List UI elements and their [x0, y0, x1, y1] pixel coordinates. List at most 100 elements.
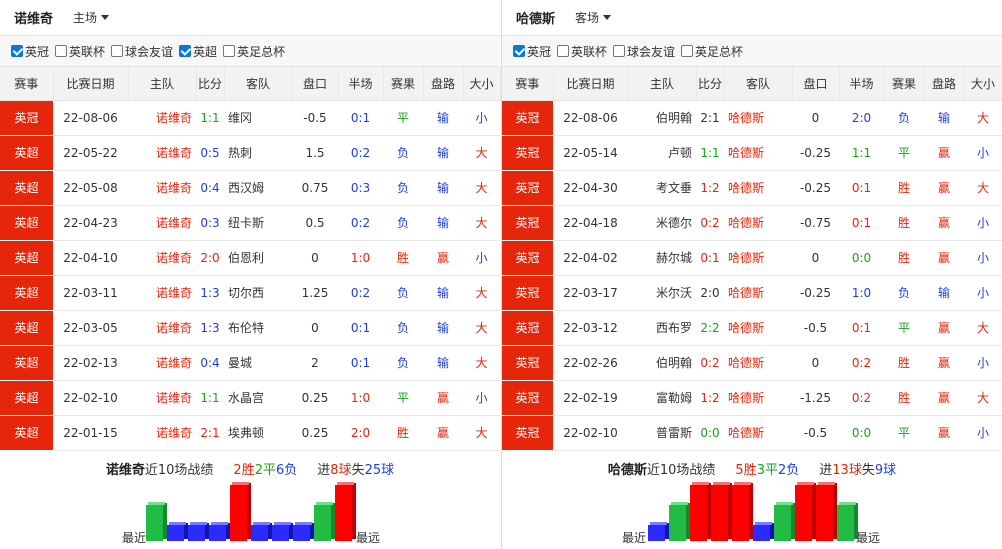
away-team-cell[interactable]: 哈德斯 [724, 345, 792, 381]
away-team-cell[interactable]: 哈德斯 [724, 240, 792, 276]
column-header[interactable]: 赛果 [383, 67, 424, 101]
score-cell[interactable]: 1:1 [696, 135, 724, 171]
table-row[interactable]: 英冠 22-08-06 伯明翰 2:1 哈德斯 0 2:0 负输大 [502, 100, 1002, 136]
score-cell[interactable]: 2:2 [696, 310, 724, 346]
table-row[interactable]: 英冠 22-04-30 考文垂 1:2 哈德斯 -0.25 0:1 胜赢大 [502, 170, 1002, 206]
competition-cell[interactable]: 英超 [0, 135, 53, 171]
competition-cell[interactable]: 英冠 [502, 205, 553, 241]
table-row[interactable]: 英超 22-01-15 诺维奇 2:1 埃弗顿 0.25 2:0 胜赢大 [0, 415, 500, 451]
score-cell[interactable]: 2:1 [696, 100, 724, 136]
away-team-cell[interactable]: 哈德斯 [724, 205, 792, 241]
score-cell[interactable]: 0:2 [696, 205, 724, 241]
score-cell[interactable]: 0:5 [196, 135, 224, 171]
competition-cell[interactable]: 英冠 [502, 345, 553, 381]
home-team-cell[interactable]: 赫尔城 [628, 240, 696, 276]
filter-3[interactable]: 英足总杯 [681, 43, 743, 60]
table-row[interactable]: 英冠 22-02-26 伯明翰 0:2 哈德斯 0 0:2 胜赢小 [502, 345, 1002, 381]
score-cell[interactable]: 0:0 [696, 415, 724, 451]
filter-2[interactable]: 球会友谊 [613, 43, 675, 60]
score-cell[interactable]: 1:3 [196, 275, 224, 311]
score-cell[interactable]: 1:3 [196, 310, 224, 346]
away-team-cell[interactable]: 水晶宫 [224, 380, 292, 416]
home-team-cell[interactable]: 诺维奇 [128, 415, 196, 451]
table-row[interactable]: 英超 22-02-10 诺维奇 1:1 水晶宫 0.25 1:0 平赢小 [0, 380, 500, 416]
home-team-cell[interactable]: 诺维奇 [128, 275, 196, 311]
home-team-cell[interactable]: 诺维奇 [128, 170, 196, 206]
score-cell[interactable]: 1:1 [196, 100, 224, 136]
column-header[interactable]: 赛事 [502, 67, 554, 101]
away-team-cell[interactable]: 西汉姆 [224, 170, 292, 206]
score-cell[interactable]: 0:4 [196, 345, 224, 381]
away-team-cell[interactable]: 哈德斯 [724, 310, 792, 346]
score-cell[interactable]: 0:1 [696, 240, 724, 276]
home-team-cell[interactable]: 西布罗 [628, 310, 696, 346]
score-cell[interactable]: 1:2 [696, 170, 724, 206]
checkbox[interactable] [179, 45, 192, 57]
away-team-cell[interactable]: 哈德斯 [724, 100, 792, 136]
table-row[interactable]: 英冠 22-05-14 卢顿 1:1 哈德斯 -0.25 1:1 平赢小 [502, 135, 1002, 171]
table-row[interactable]: 英超 22-04-10 诺维奇 2:0 伯恩利 0 1:0 胜赢小 [0, 240, 500, 276]
checkbox[interactable] [557, 45, 570, 57]
score-cell[interactable]: 1:1 [196, 380, 224, 416]
venue-dropdown[interactable]: 客场 [575, 9, 612, 26]
competition-cell[interactable]: 英超 [0, 240, 53, 276]
table-row[interactable]: 英冠 22-08-06 诺维奇 1:1 维冈 -0.5 0:1 平输小 [0, 100, 500, 136]
table-row[interactable]: 英冠 22-03-17 米尔沃 2:0 哈德斯 -0.25 1:0 负输小 [502, 275, 1002, 311]
filter-0[interactable]: 英冠 [11, 43, 49, 60]
column-header[interactable]: 客队 [724, 67, 793, 101]
column-header[interactable]: 盘口 [792, 67, 840, 101]
competition-cell[interactable]: 英冠 [502, 100, 553, 136]
away-team-cell[interactable]: 布伦特 [224, 310, 292, 346]
competition-cell[interactable]: 英冠 [502, 135, 553, 171]
table-row[interactable]: 英超 22-03-11 诺维奇 1:3 切尔西 1.25 0:2 负输大 [0, 275, 500, 311]
competition-cell[interactable]: 英超 [0, 415, 53, 451]
score-cell[interactable]: 2:1 [196, 415, 224, 451]
column-header[interactable]: 比赛日期 [53, 67, 129, 101]
column-header[interactable]: 赛事 [0, 67, 54, 101]
column-header[interactable]: 半场 [338, 67, 384, 101]
column-header[interactable]: 客队 [224, 67, 293, 101]
checkbox[interactable] [681, 45, 694, 57]
venue-dropdown[interactable]: 主场 [73, 9, 110, 26]
column-header[interactable]: 比分 [196, 67, 225, 101]
away-team-cell[interactable]: 伯恩利 [224, 240, 292, 276]
competition-cell[interactable]: 英超 [0, 345, 53, 381]
away-team-cell[interactable]: 曼城 [224, 345, 292, 381]
checkbox[interactable] [55, 45, 68, 57]
score-cell[interactable]: 0:3 [196, 205, 224, 241]
column-header[interactable]: 主队 [628, 67, 697, 101]
table-row[interactable]: 英超 22-03-05 诺维奇 1:3 布伦特 0 0:1 负输大 [0, 310, 500, 346]
away-team-cell[interactable]: 哈德斯 [724, 275, 792, 311]
competition-cell[interactable]: 英超 [0, 170, 53, 206]
score-cell[interactable]: 2:0 [696, 275, 724, 311]
checkbox[interactable] [223, 45, 236, 57]
home-team-cell[interactable]: 诺维奇 [128, 380, 196, 416]
column-header[interactable]: 盘口 [292, 67, 339, 101]
home-team-cell[interactable]: 米德尔 [628, 205, 696, 241]
home-team-cell[interactable]: 普雷斯 [628, 415, 696, 451]
score-cell[interactable]: 1:2 [696, 380, 724, 416]
home-team-cell[interactable]: 伯明翰 [628, 345, 696, 381]
checkbox[interactable] [11, 45, 23, 57]
home-team-cell[interactable]: 诺维奇 [128, 240, 196, 276]
competition-cell[interactable]: 英冠 [502, 240, 553, 276]
competition-cell[interactable]: 英超 [0, 310, 53, 346]
home-team-cell[interactable]: 卢顿 [628, 135, 696, 171]
column-header[interactable]: 盘路 [423, 67, 464, 101]
away-team-cell[interactable]: 哈德斯 [724, 380, 792, 416]
checkbox[interactable] [513, 45, 525, 57]
home-team-cell[interactable]: 诺维奇 [128, 310, 196, 346]
home-team-cell[interactable]: 诺维奇 [128, 205, 196, 241]
column-header[interactable]: 大小 [463, 67, 501, 101]
table-row[interactable]: 英冠 22-02-19 富勒姆 1:2 哈德斯 -1.25 0:2 胜赢大 [502, 380, 1002, 416]
home-team-cell[interactable]: 米尔沃 [628, 275, 696, 311]
filter-4[interactable]: 英足总杯 [223, 43, 285, 60]
competition-cell[interactable]: 英超 [0, 380, 53, 416]
filter-0[interactable]: 英冠 [513, 43, 551, 60]
home-team-cell[interactable]: 诺维奇 [128, 345, 196, 381]
column-header[interactable]: 比赛日期 [553, 67, 629, 101]
away-team-cell[interactable]: 维冈 [224, 100, 292, 136]
checkbox[interactable] [613, 45, 626, 57]
home-team-cell[interactable]: 富勒姆 [628, 380, 696, 416]
score-cell[interactable]: 0:4 [196, 170, 224, 206]
